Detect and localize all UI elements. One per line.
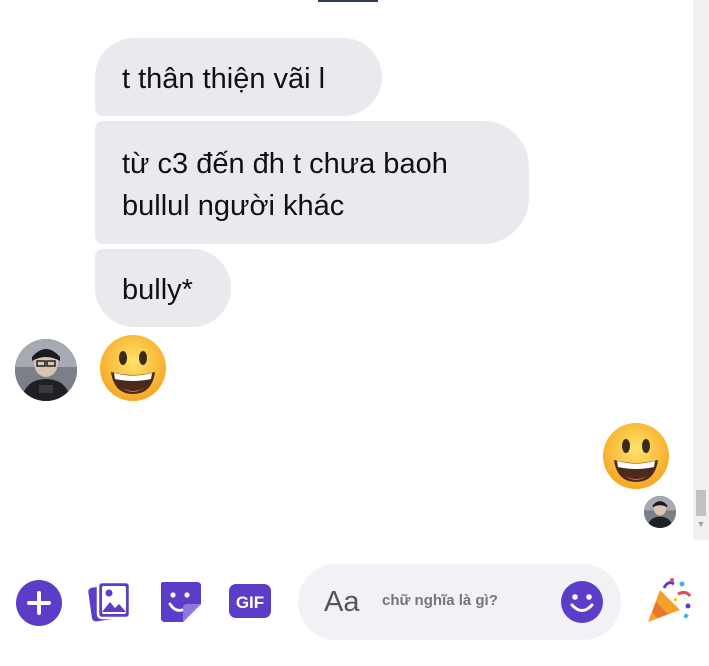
party-popper-icon[interactable] [644, 576, 694, 626]
message-text: t thân thiện vãi l [122, 63, 326, 95]
grinning-face-emoji[interactable] [97, 332, 169, 404]
message-input[interactable] [380, 591, 554, 610]
smile-icon[interactable] [560, 580, 604, 624]
message-bubble[interactable]: t thân thiện vãi l [95, 38, 382, 116]
message-text-line: bullul người khác [122, 190, 345, 222]
scrollbar-thumb[interactable] [696, 490, 706, 516]
message-bubble[interactable]: bully* [95, 249, 231, 327]
header-divider [318, 0, 378, 2]
message-text-line: từ c3 đến đh t chưa baoh [122, 148, 448, 180]
gif-icon[interactable]: GIF [227, 578, 273, 624]
message-text: bully* [122, 274, 193, 306]
grinning-face-emoji[interactable] [600, 420, 672, 492]
message-bubble[interactable]: từ c3 đến đh t chưa baoh bullul người kh… [95, 121, 529, 244]
scrollbar[interactable] [693, 0, 709, 540]
photo-icon[interactable] [88, 578, 134, 624]
text-format-label[interactable]: Aa [324, 586, 359, 618]
gif-label: GIF [236, 593, 264, 612]
chat-window: ▼ t thân thiện vãi l từ c3 đến đh t chưa… [0, 0, 709, 666]
plus-icon[interactable] [16, 580, 62, 626]
avatar[interactable] [15, 339, 77, 401]
scroll-down-arrow-icon[interactable]: ▼ [696, 519, 706, 529]
read-receipt-avatar [644, 496, 676, 528]
sticker-icon[interactable] [157, 578, 203, 624]
message-input-container[interactable]: Aa [298, 564, 621, 640]
